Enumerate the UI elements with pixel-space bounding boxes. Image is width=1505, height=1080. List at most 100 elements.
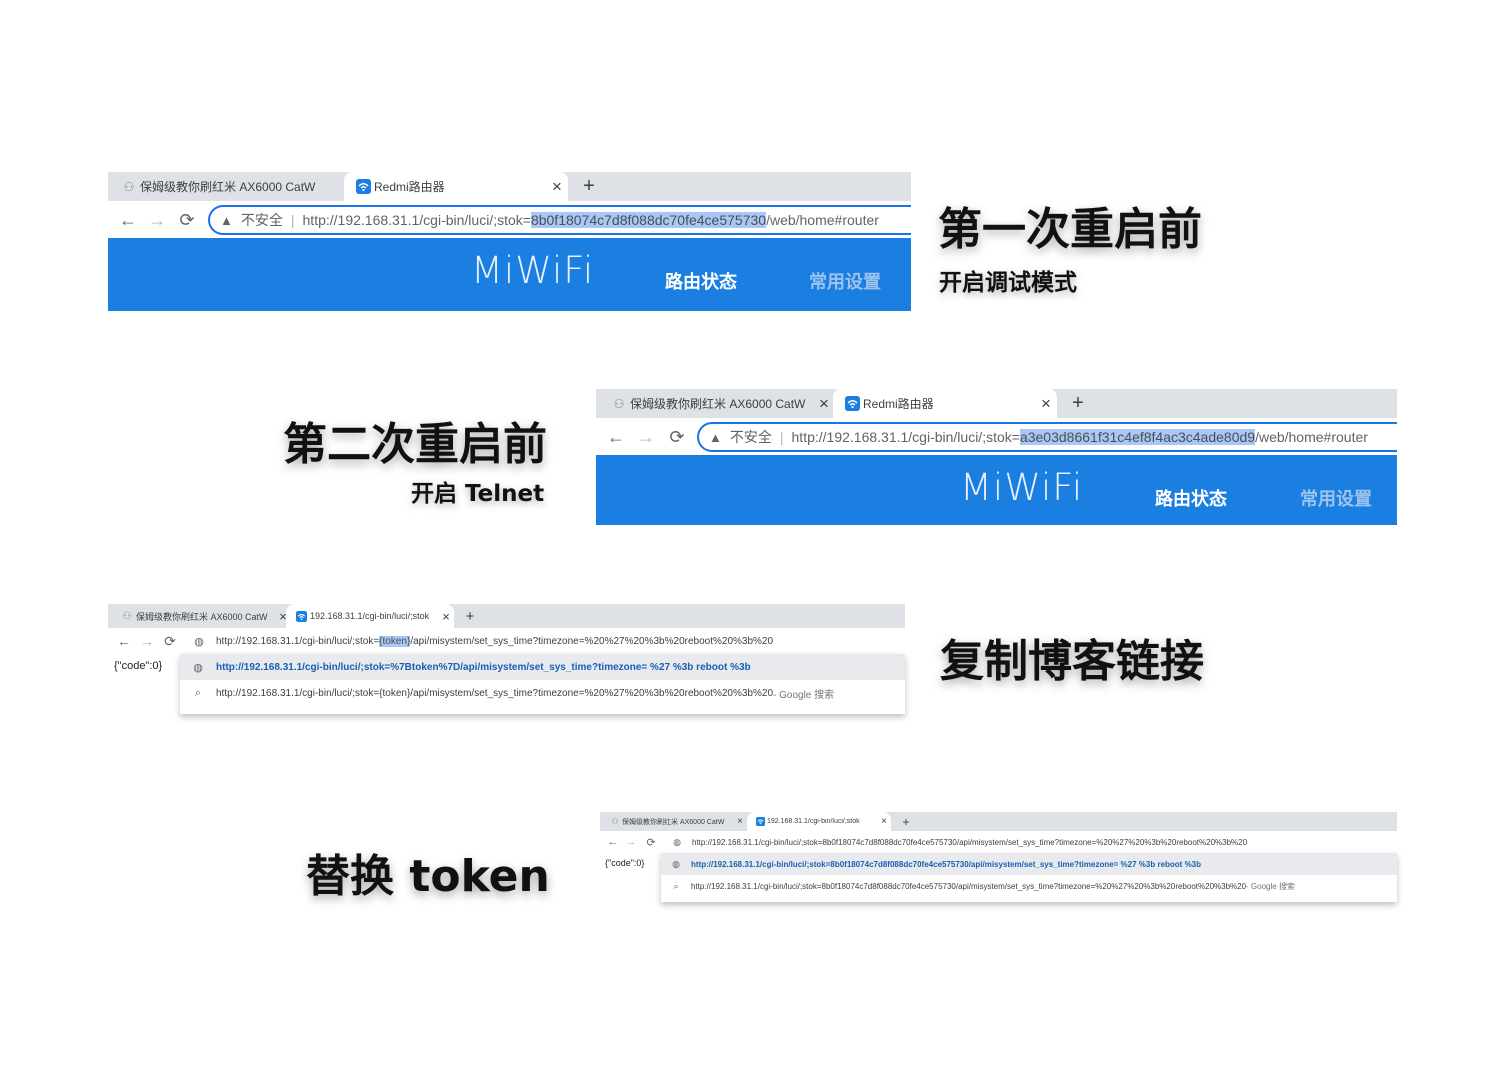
omnibox-input-row[interactable]: ◍ http://192.168.31.1/cgi-bin/luci/;stok… [662,831,1397,853]
step1-caption: 第一次重启前 [938,204,1202,255]
router-favicon-icon [292,610,310,622]
new-tab-button[interactable]: + [576,172,602,201]
forward-button[interactable]: → [138,631,156,651]
tab-title: 保姆级教你刷红米 AX6000 CatW [630,397,806,411]
warning-icon: ▲ [220,212,233,228]
tab-router[interactable]: Redmi路由器 × [833,389,1057,418]
divider: | [779,429,784,445]
omnibox-suggestions: ◍ http://192.168.31.1/cgi-bin/luci/;stok… [180,654,905,714]
nav-router-status[interactable]: 路由状态 [665,268,737,294]
step2-caption: 第二次重启前 [283,419,547,470]
back-button[interactable]: ← [115,631,133,651]
forward-button[interactable]: → [146,209,168,231]
miwifi-header: MiWiFi 路由状态 常用设置 [596,455,1397,525]
close-tab-icon[interactable]: × [438,609,454,624]
close-tab-icon[interactable]: × [734,816,746,827]
tab-title: 192.168.31.1/cgi-bin/luci/;stok [767,818,860,825]
url-suffix: /web/home#router [1255,429,1368,445]
toolbar: ← → ⟳ ◍ http://192.168.31.1/cgi-bin/luci… [600,831,1397,853]
tab-title: 保姆级教你刷红米 AX6000 CatW [622,818,725,826]
globe-icon: ◍ [672,858,680,869]
page-favicon-icon: ⚇ [611,817,619,826]
not-secure-label: 不安全 [240,212,283,228]
new-tab-button[interactable]: + [1065,389,1091,418]
nav-router-status[interactable]: 路由状态 [1155,485,1227,511]
tab-router[interactable]: Redmi路由器 × [344,172,568,201]
router-favicon-icon [352,179,374,194]
globe-icon: ◍ [193,661,203,674]
url-token-selected: 8b0f18074c7d8f088dc70fe4ce575730 [530,212,767,228]
reload-button[interactable]: ⟳ [643,833,659,851]
tab-blog[interactable]: ⚇ 保姆级教你刷红米 AX6000 CatW × [608,389,833,418]
url-prefix: http://192.168.31.1/cgi-bin/luci/;stok= [302,212,531,228]
step4-caption: 替换 token [306,851,550,902]
new-tab-button[interactable]: + [458,604,482,628]
new-tab-button[interactable]: + [896,812,916,831]
tab-title: 保姆级教你刷红米 AX6000 CatW [136,611,268,622]
toolbar: ← → ⟳ ▲ 不安全 | http://192.168.31.1/cgi-bi… [596,418,1397,455]
step1-subcaption: 开启调试模式 [939,270,1077,296]
step2-subcaption: 开启 Telnet [411,481,545,507]
browser-window-1: ⚇ 保姆级教你刷红米 AX6000 CatW Redmi路由器 × + ← → … [108,172,911,311]
globe-icon: ◍ [194,635,204,648]
warning-icon: ▲ [709,429,722,445]
not-secure-label: 不安全 [729,429,772,445]
toolbar: ← → ⟳ ▲ 不安全 | http://192.168.31.1/cgi-bi… [108,201,911,238]
router-favicon-icon [841,396,863,411]
reload-button[interactable]: ⟳ [176,209,198,231]
address-bar[interactable]: ▲ 不安全 | http://192.168.31.1/cgi-bin/luci… [208,205,911,235]
omnibox-input-row[interactable]: ◍ http://192.168.31.1/cgi-bin/luci/;stok… [182,628,905,654]
url-token-selected: a3e03d8661f31c4ef8f4ac3c4ade80d9 [1019,429,1256,445]
close-tab-icon[interactable]: × [877,816,891,827]
browser-window-2: ⚇ 保姆级教你刷红米 AX6000 CatW × Redmi路由器 × + ← … [596,389,1397,525]
tab-blog[interactable]: ⚇ 保姆级教你刷红米 AX6000 CatW [118,172,350,201]
close-tab-icon[interactable]: × [1035,394,1057,414]
tab-api[interactable]: 192.168.31.1/cgi-bin/luci/;stok × [747,812,891,831]
close-tab-icon[interactable]: × [546,177,568,197]
tab-strip: ⚇ 保姆级教你刷红米 AX6000 CatW × 192.168.31.1/cg… [600,812,1397,831]
url-prefix: http://192.168.31.1/cgi-bin/luci/;stok= [791,429,1020,445]
tab-strip: ⚇ 保姆级教你刷红米 AX6000 CatW × 192.168.31.1/cg… [108,604,905,628]
response-json: {"code":0} [114,660,163,672]
suggestion-text: http://192.168.31.1/cgi-bin/luci/;stok={… [216,687,774,699]
response-json: {"code":0} [605,858,645,868]
suggestion-url[interactable]: ◍ http://192.168.31.1/cgi-bin/luci/;stok… [661,853,1397,875]
tab-strip: ⚇ 保姆级教你刷红米 AX6000 CatW Redmi路由器 × + [108,172,911,201]
google-search-label: - Google 搜索 [1246,881,1295,891]
suggestion-url[interactable]: ◍ http://192.168.31.1/cgi-bin/luci/;stok… [180,654,905,680]
close-tab-icon[interactable]: × [815,394,833,414]
page-favicon-icon: ⚇ [613,396,625,411]
url-token-selected: {token} [379,635,411,647]
toolbar: ← → ⟳ ◍ http://192.168.31.1/cgi-bin/luci… [108,628,905,654]
url-text: http://192.168.31.1/cgi-bin/luci/;stok=8… [692,837,1248,847]
url-text: http://192.168.31.1/cgi-bin/luci/;stok=a… [792,429,1368,445]
page-favicon-icon: ⚇ [123,179,135,194]
omnibox-suggestions: ◍ http://192.168.31.1/cgi-bin/luci/;stok… [661,853,1397,902]
back-button[interactable]: ← [605,426,627,448]
tab-api[interactable]: 192.168.31.1/cgi-bin/luci/;stok × [286,604,454,628]
url-suffix: /api/misystem/set_sys_time?timezone=%20%… [410,635,774,647]
step3-caption: 复制博客链接 [940,636,1204,687]
nav-common-settings[interactable]: 常用设置 [809,268,881,294]
forward-button[interactable]: → [635,426,657,448]
search-icon: ⌕ [194,686,202,699]
globe-icon: ◍ [673,836,681,847]
back-button[interactable]: ← [117,209,139,231]
tab-blog[interactable]: ⚇ 保姆级教你刷红米 AX6000 CatW × [118,604,290,628]
tab-strip: ⚇ 保姆级教你刷红米 AX6000 CatW × Redmi路由器 × + [596,389,1397,418]
divider: | [290,212,295,228]
back-button[interactable]: ← [605,833,621,851]
address-bar[interactable]: ▲ 不安全 | http://192.168.31.1/cgi-bin/luci… [697,422,1397,452]
suggestion-search[interactable]: ⌕ http://192.168.31.1/cgi-bin/luci/;stok… [661,875,1397,897]
url-suffix: /web/home#router [766,212,879,228]
nav-common-settings[interactable]: 常用设置 [1300,485,1372,511]
forward-button[interactable]: → [623,833,639,851]
url-text: http://192.168.31.1/cgi-bin/luci/;stok=8… [303,212,879,228]
reload-button[interactable]: ⟳ [161,631,179,651]
suggestion-text: http://192.168.31.1/cgi-bin/luci/;stok=8… [691,859,1202,869]
suggestion-search[interactable]: ⌕ http://192.168.31.1/cgi-bin/luci/;stok… [180,680,905,706]
reload-button[interactable]: ⟳ [666,426,688,448]
miwifi-logo: MiWiFi [471,249,595,292]
tab-blog[interactable]: ⚇ 保姆级教你刷红米 AX6000 CatW × [608,812,746,831]
router-favicon-icon [753,817,767,826]
